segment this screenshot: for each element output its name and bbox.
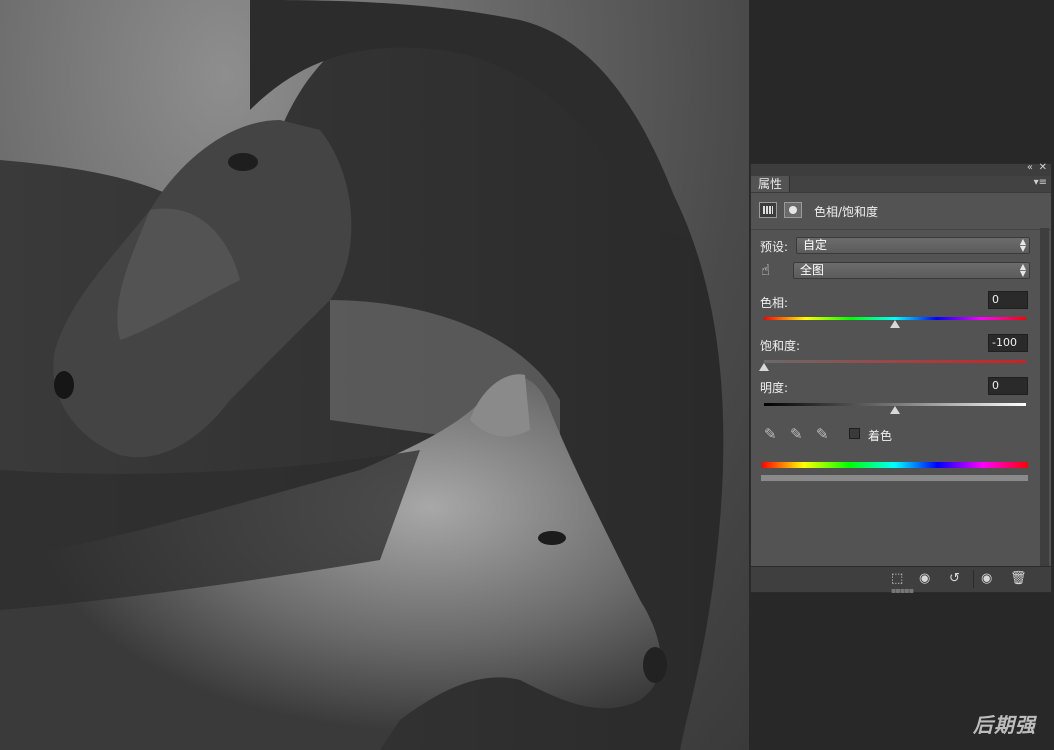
lightness-input[interactable]: 0 bbox=[988, 377, 1028, 395]
dropdown-arrows-icon: ▲ ▼ bbox=[1019, 237, 1026, 253]
targeted-adjustment-hand-icon[interactable]: ☝ bbox=[761, 261, 770, 279]
panel-tab-row: 属性 ▾≡ bbox=[751, 176, 1051, 193]
preset-dropdown[interactable]: 自定 ▲ ▼ bbox=[796, 237, 1030, 254]
adjustment-layer-icon[interactable] bbox=[759, 202, 777, 218]
saturation-slider-thumb[interactable] bbox=[759, 363, 769, 371]
reset-icon[interactable]: ↺ bbox=[949, 571, 960, 586]
dropdown-arrows-icon: ▲ ▼ bbox=[1019, 262, 1026, 278]
resize-grip-icon[interactable]: ▪▪▪▪▪ bbox=[891, 586, 914, 595]
channel-dropdown[interactable]: 全图 ▲ ▼ bbox=[793, 262, 1030, 279]
colorize-checkbox[interactable] bbox=[849, 428, 860, 439]
hue-slider-thumb[interactable] bbox=[890, 320, 900, 328]
input-color-bar bbox=[761, 462, 1028, 468]
photo-canvas[interactable] bbox=[0, 0, 749, 750]
panel-scrollbar[interactable] bbox=[1040, 228, 1049, 566]
layer-mask-icon[interactable] bbox=[784, 202, 802, 218]
tab-properties[interactable]: 属性 bbox=[751, 176, 791, 192]
lightness-slider-thumb[interactable] bbox=[890, 406, 900, 414]
panel-menu-icon[interactable]: ▾≡ bbox=[1034, 177, 1047, 188]
horses-photo bbox=[0, 0, 724, 750]
panel-title-bar[interactable]: « ✕ bbox=[751, 162, 1051, 176]
eyedropper-icon[interactable]: ✎ bbox=[764, 425, 777, 443]
adjustment-header: 色相/饱和度 bbox=[759, 202, 1049, 222]
saturation-slider-track[interactable] bbox=[764, 360, 1026, 363]
close-icon[interactable]: ✕ bbox=[1039, 162, 1047, 173]
channel-value: 全图 bbox=[800, 263, 825, 277]
watermark: 后期强 bbox=[973, 713, 1036, 737]
panel-bottom-toolbar: ⬚ ◉ ↺ ◉ 🗑 ▪▪▪▪▪ bbox=[751, 566, 1051, 595]
adjustment-title: 色相/饱和度 bbox=[814, 205, 879, 219]
view-previous-state-icon[interactable]: ◉ bbox=[919, 571, 930, 586]
hue-label: 色相: bbox=[760, 296, 789, 310]
output-color-bar bbox=[761, 475, 1028, 481]
eyedropper-minus-icon[interactable]: ✎ bbox=[816, 425, 829, 443]
preset-label: 预设: bbox=[760, 240, 789, 254]
toolbar-separator bbox=[973, 570, 974, 588]
saturation-label: 饱和度: bbox=[760, 339, 801, 353]
properties-panel: « ✕ 属性 ▾≡ 色相/饱和度 预设: 自定 ▲ ▼ ☝ 全图 ▲ ▼ 色相: 0… bbox=[750, 162, 1052, 595]
toggle-visibility-icon[interactable]: ◉ bbox=[981, 571, 992, 586]
trash-icon[interactable]: 🗑 bbox=[1010, 571, 1027, 586]
clip-to-layer-icon[interactable]: ⬚ bbox=[891, 571, 903, 586]
eyedropper-plus-icon[interactable]: ✎ bbox=[790, 425, 803, 443]
preset-value: 自定 bbox=[803, 238, 828, 252]
divider bbox=[751, 229, 1051, 230]
lightness-label: 明度: bbox=[760, 381, 789, 395]
colorize-label: 着色 bbox=[868, 429, 893, 443]
saturation-input[interactable]: -100 bbox=[988, 334, 1028, 352]
collapse-icon[interactable]: « bbox=[1027, 162, 1033, 173]
hue-input[interactable]: 0 bbox=[988, 291, 1028, 309]
